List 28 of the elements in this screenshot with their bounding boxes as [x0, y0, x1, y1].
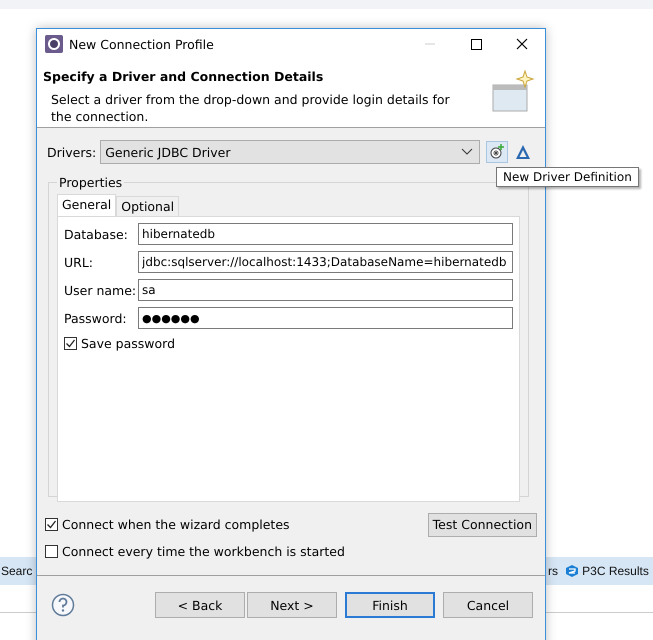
- field-label: Database:: [64, 226, 129, 242]
- view-tab[interactable]: rs: [548, 564, 558, 578]
- page-description: Select a driver from the drop-down and provide login details for the connection.: [51, 91, 451, 125]
- dialog-button[interactable]: Next >: [247, 592, 337, 618]
- window-title: New Connection Profile: [69, 36, 215, 52]
- input-field[interactable]: hibernatedb: [138, 223, 513, 245]
- field-label: User name:: [64, 282, 138, 298]
- checkbox-label: Connect every time the workbench is started: [62, 544, 345, 559]
- field-label: URL:: [64, 254, 94, 270]
- password-field[interactable]: ●●●●●●: [138, 307, 513, 329]
- test-connection-button[interactable]: Test Connection: [428, 512, 537, 536]
- drivers-label: Drivers:: [47, 144, 96, 160]
- view-tab[interactable]: Searc: [1, 564, 32, 578]
- checkbox-label: Connect when the wizard completes: [62, 517, 290, 532]
- dialog-button[interactable]: < Back: [155, 592, 245, 618]
- view-tab[interactable]: P3C Results: [582, 564, 649, 578]
- input-field[interactable]: jdbc:sqlserver://localhost:1433;DatabaseName=hibernatedb: [138, 251, 513, 273]
- dialog-button[interactable]: Cancel: [443, 592, 533, 618]
- input-field[interactable]: sa: [138, 279, 513, 301]
- checkbox-label: Save password: [81, 336, 176, 351]
- field-label: Password:: [64, 310, 128, 326]
- dialog-button[interactable]: Finish: [345, 592, 435, 618]
- page-title: Specify a Driver and Connection Details: [43, 69, 324, 84]
- group-title: Properties: [58, 175, 124, 190]
- tab[interactable]: Optional: [116, 196, 180, 216]
- tooltip: New Driver Definition: [496, 167, 639, 187]
- driver-dropdown[interactable]: Generic JDBC Driver: [100, 140, 480, 164]
- tab[interactable]: General: [57, 194, 116, 216]
